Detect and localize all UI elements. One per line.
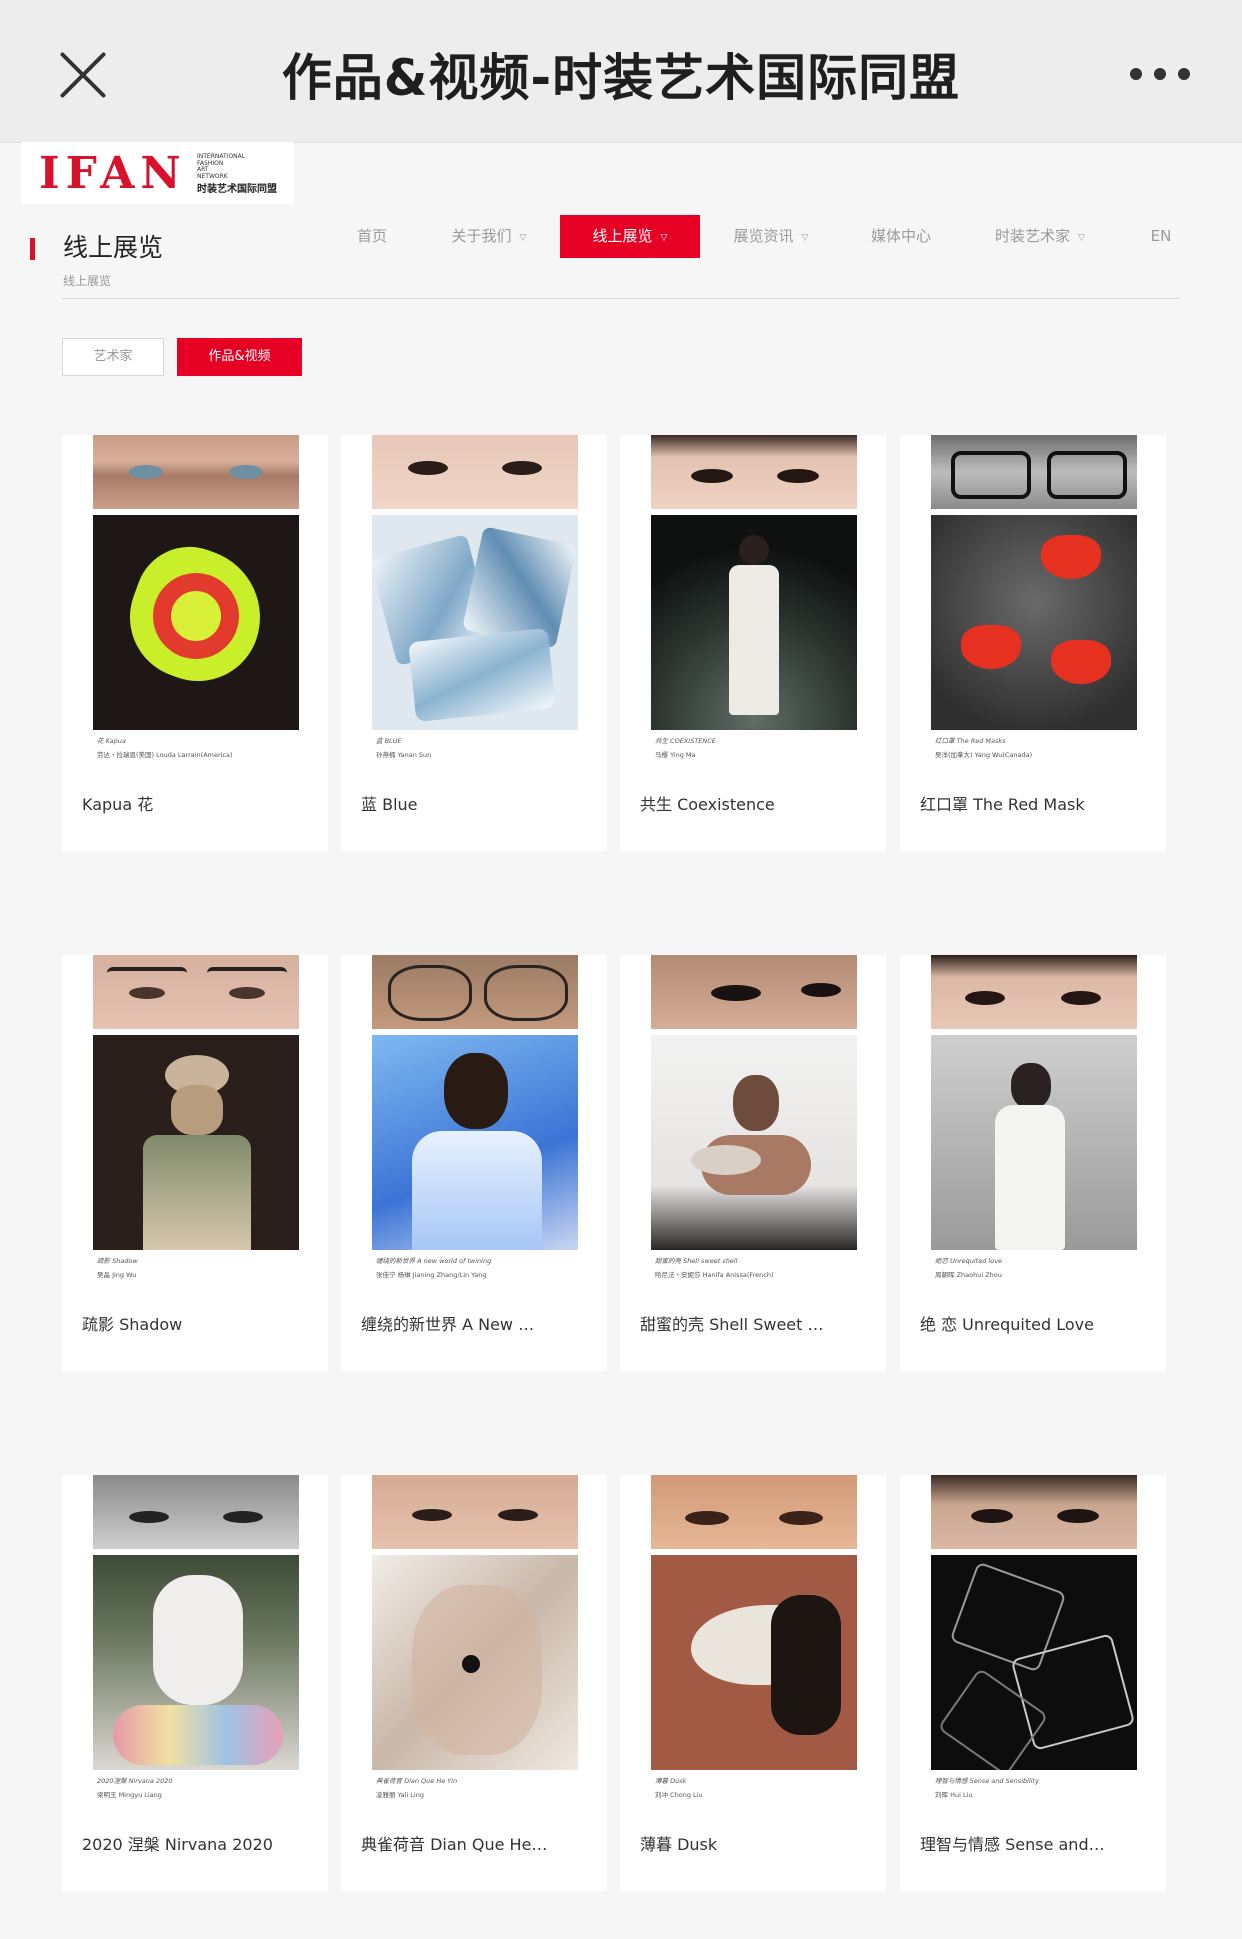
artwork-image	[93, 515, 299, 730]
artwork-title: 薄暮 Dusk	[640, 1835, 718, 1854]
artist-caption: 马樱 Ying Ma	[655, 751, 696, 759]
section-title: 线上展览	[63, 233, 164, 262]
chevron-down-icon: ▽	[519, 233, 527, 243]
tab-works-videos[interactable]: 作品&视频	[177, 338, 302, 376]
artwork-caption: 疏影 Shadow	[97, 1257, 138, 1265]
artwork-title: 2020 涅槃 Nirvana 2020	[82, 1835, 273, 1854]
artwork-image	[372, 1555, 578, 1770]
artwork-card[interactable]: 花 Kapua 劳达・拉瑞恩(美国) Louda Larrain(America…	[62, 435, 328, 851]
artwork-caption: 红口罩 The Red Masks	[935, 737, 1006, 745]
artwork-image	[93, 1035, 299, 1250]
artwork-card[interactable]: 绝恋 Unrequited love 周朝晖 Zhaohui Zhou 绝 恋 …	[900, 955, 1166, 1371]
artwork-title: Kapua 花	[82, 795, 154, 814]
artist-eyes-image	[372, 955, 578, 1029]
artwork-card[interactable]: 薄暮 Dusk 刘冲 Chong Liu 薄暮 Dusk	[620, 1475, 886, 1891]
artist-caption: 吴洋(加拿大) Yang Wu(Canada)	[935, 751, 1033, 759]
artist-caption: 吴晶 Jing Wu	[97, 1271, 137, 1279]
artist-eyes-image	[93, 1475, 299, 1549]
artwork-card[interactable]: 共生 COEXISTENCE 马樱 Ying Ma 共生 Coexistence	[620, 435, 886, 851]
nav-item-media-center[interactable]: 媒体中心	[868, 215, 934, 258]
artist-eyes-image	[372, 435, 578, 509]
chevron-down-icon: ▽	[1078, 233, 1085, 243]
artist-eyes-image	[931, 1475, 1137, 1549]
artwork-image	[931, 1035, 1137, 1250]
logo-mark: IFAN	[39, 148, 187, 199]
nav-item-exhibition-news[interactable]: 展览资讯 ▽	[728, 215, 814, 258]
artwork-card[interactable]: 红口罩 The Red Masks 吴洋(加拿大) Yang Wu(Canada…	[900, 435, 1166, 851]
artwork-caption: 蓝 BLUE	[376, 737, 402, 745]
heading-accent-bar	[30, 238, 35, 260]
nav-item-fashion-artists[interactable]: 时装艺术家 ▽	[990, 215, 1090, 258]
nav-item-language-en[interactable]: EN	[1146, 215, 1176, 258]
artwork-title: 红口罩 The Red Mask	[920, 795, 1085, 814]
artwork-card[interactable]: 蓝 BLUE 孙燕楠 Yanan Sun 蓝 Blue	[341, 435, 607, 851]
artist-eyes-image	[931, 435, 1137, 509]
artwork-image	[93, 1555, 299, 1770]
artwork-caption: 甜蜜的壳 Shell sweet shell	[655, 1257, 738, 1265]
artwork-image	[651, 1555, 857, 1770]
artwork-caption: 理智与情感 Sense and Sensibility	[935, 1777, 1039, 1785]
nav-item-home[interactable]: 首页	[352, 215, 392, 258]
logo-text: INTERNATIONAL FASHION ART NETWORK	[197, 153, 246, 180]
artist-eyes-image	[931, 955, 1137, 1029]
artwork-caption: 花 Kapua	[97, 737, 126, 745]
artwork-caption: 薄暮 Dusk	[655, 1777, 687, 1785]
artist-caption: 凌雅丽 Yali Ling	[376, 1791, 424, 1799]
artist-eyes-image	[93, 955, 299, 1029]
artist-eyes-image	[93, 435, 299, 509]
artwork-card[interactable]: 典雀荷音 Dian Que He Yin 凌雅丽 Yali Ling 典雀荷音 …	[341, 1475, 607, 1891]
artist-eyes-image	[651, 1475, 857, 1549]
artwork-title: 共生 Coexistence	[640, 795, 775, 814]
chevron-down-icon: ▽	[660, 233, 668, 243]
artist-caption: 孙燕楠 Yanan Sun	[376, 751, 432, 759]
artwork-caption: 2020涅槃 Nirvana 2020	[97, 1777, 173, 1785]
artwork-caption: 共生 COEXISTENCE	[655, 737, 716, 745]
artwork-image	[931, 515, 1137, 730]
artist-caption: 张佳宁 杨琳 Jianing Zhang/Lin Yang	[376, 1271, 487, 1279]
artwork-image	[651, 1035, 857, 1250]
artist-caption: 哈尼法・安妮莎 Hanifa Anissa(French)	[655, 1271, 774, 1279]
artwork-title: 疏影 Shadow	[82, 1315, 183, 1334]
artwork-card[interactable]: 理智与情感 Sense and Sensibility 刘晖 Hui Liu 理…	[900, 1475, 1166, 1891]
breadcrumb[interactable]: 线上展览	[63, 272, 111, 289]
artist-eyes-image	[651, 435, 857, 509]
page-title: 作品&视频-时装艺术国际同盟	[281, 49, 961, 107]
header-divider	[62, 298, 1180, 299]
artwork-caption: 典雀荷音 Dian Que He Yin	[376, 1777, 458, 1785]
chevron-down-icon: ▽	[801, 233, 809, 243]
artwork-image	[372, 515, 578, 730]
artwork-title: 典雀荷音 Dian Que He…	[361, 1835, 548, 1854]
close-icon[interactable]	[58, 50, 108, 100]
artist-caption: 刘冲 Chong Liu	[655, 1791, 703, 1799]
artwork-caption: 缠绕的新世界 A new world of twining	[376, 1257, 492, 1265]
artwork-title: 蓝 Blue	[361, 795, 418, 814]
artwork-card[interactable]: 疏影 Shadow 吴晶 Jing Wu 疏影 Shadow	[62, 955, 328, 1371]
artwork-title: 理智与情感 Sense and…	[920, 1835, 1105, 1854]
artwork-title: 绝 恋 Unrequited Love	[920, 1315, 1094, 1334]
artwork-card[interactable]: 甜蜜的壳 Shell sweet shell 哈尼法・安妮莎 Hanifa An…	[620, 955, 886, 1371]
tab-artists[interactable]: 艺术家	[62, 338, 164, 376]
logo-chinese-name: 时装艺术国际同盟	[197, 184, 277, 195]
artist-caption: 刘晖 Hui Liu	[935, 1791, 973, 1799]
artwork-card[interactable]: 2020涅槃 Nirvana 2020 梁明玉 Mingyu Liang 202…	[62, 1475, 328, 1891]
artist-eyes-image	[372, 1475, 578, 1549]
artist-caption: 劳达・拉瑞恩(美国) Louda Larrain(America)	[97, 751, 233, 759]
artist-caption: 周朝晖 Zhaohui Zhou	[935, 1271, 1002, 1279]
artwork-card[interactable]: 缠绕的新世界 A new world of twining 张佳宁 杨琳 Jia…	[341, 955, 607, 1371]
app-bar: 作品&视频-时装艺术国际同盟	[0, 0, 1242, 143]
artwork-title: 甜蜜的壳 Shell Sweet …	[640, 1315, 824, 1334]
artwork-image	[372, 1035, 578, 1250]
nav-item-online-exhibition[interactable]: 线上展览 ▽	[560, 215, 700, 258]
nav-item-about[interactable]: 关于我们 ▽	[444, 215, 534, 258]
artist-caption: 梁明玉 Mingyu Liang	[97, 1791, 162, 1799]
artist-eyes-image	[651, 955, 857, 1029]
artwork-image	[931, 1555, 1137, 1770]
artwork-image	[651, 515, 857, 730]
artwork-caption: 绝恋 Unrequited love	[935, 1257, 1003, 1265]
artwork-title: 缠绕的新世界 A New …	[361, 1315, 535, 1334]
site-logo[interactable]: IFAN INTERNATIONAL FASHION ART NETWORK 时装艺…	[21, 142, 294, 204]
more-options-icon[interactable]	[1130, 68, 1190, 80]
